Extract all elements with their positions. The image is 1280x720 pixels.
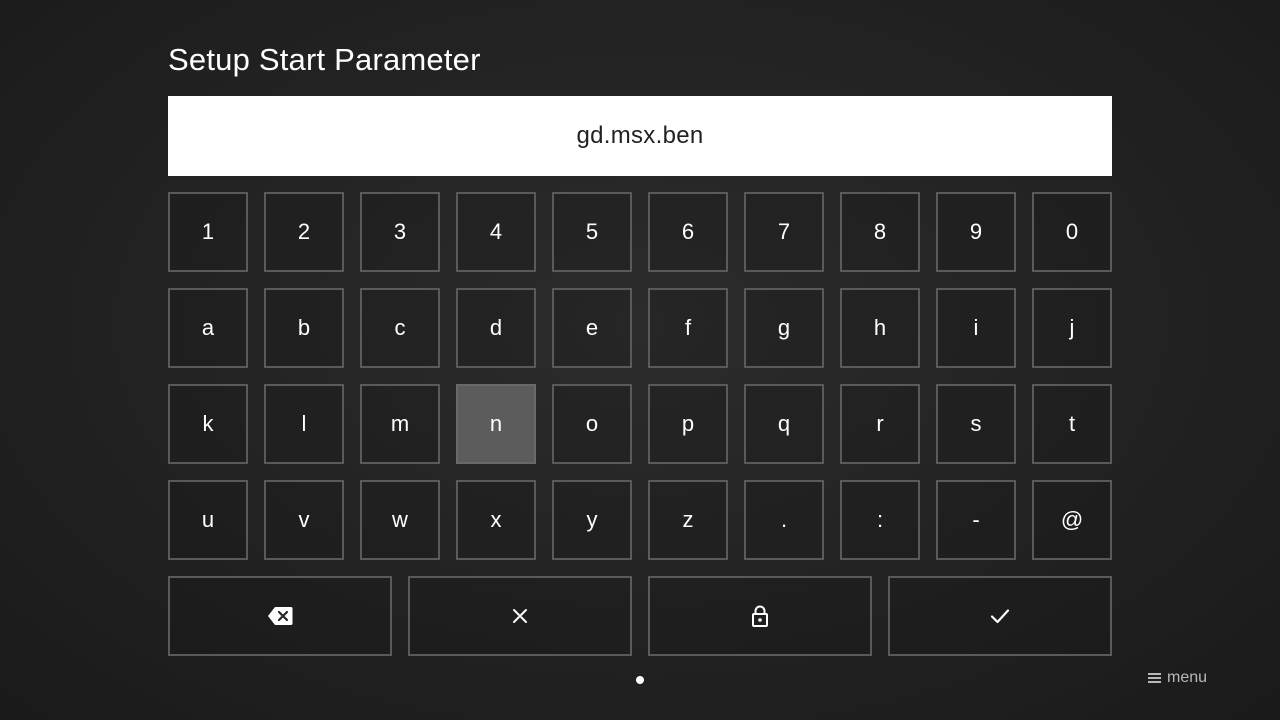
checkmark-icon: [990, 609, 1010, 624]
key-t[interactable]: t: [1032, 384, 1112, 464]
lock-icon: [752, 605, 768, 627]
input-value: gd.msx.ben: [576, 122, 704, 149]
key-4[interactable]: 4: [456, 192, 536, 272]
key-r[interactable]: r: [840, 384, 920, 464]
page-title: Setup Start Parameter: [168, 42, 481, 77]
key-k[interactable]: k: [168, 384, 248, 464]
key-h[interactable]: h: [840, 288, 920, 368]
menu-button[interactable]: menu: [1148, 669, 1207, 687]
text-input-field[interactable]: gd.msx.ben: [168, 96, 1112, 176]
key-v[interactable]: v: [264, 480, 344, 560]
key-5[interactable]: 5: [552, 192, 632, 272]
key-e[interactable]: e: [552, 288, 632, 368]
key-3[interactable]: 3: [360, 192, 440, 272]
key-2[interactable]: 2: [264, 192, 344, 272]
confirm-button[interactable]: [888, 576, 1112, 656]
key-7[interactable]: 7: [744, 192, 824, 272]
hamburger-icon: [1148, 673, 1161, 683]
key-d[interactable]: d: [456, 288, 536, 368]
close-icon: [513, 609, 527, 623]
key-o[interactable]: o: [552, 384, 632, 464]
key-z[interactable]: z: [648, 480, 728, 560]
key-colon[interactable]: :: [840, 480, 920, 560]
key-8[interactable]: 8: [840, 192, 920, 272]
key-q[interactable]: q: [744, 384, 824, 464]
menu-label: menu: [1167, 669, 1208, 686]
key-y[interactable]: y: [552, 480, 632, 560]
key-a[interactable]: a: [168, 288, 248, 368]
key-hyphen[interactable]: -: [936, 480, 1016, 560]
key-w[interactable]: w: [360, 480, 440, 560]
clear-button[interactable]: [408, 576, 632, 656]
key-9[interactable]: 9: [936, 192, 1016, 272]
key-6[interactable]: 6: [648, 192, 728, 272]
key-b[interactable]: b: [264, 288, 344, 368]
lock-button[interactable]: [648, 576, 872, 656]
key-u[interactable]: u: [168, 480, 248, 560]
key-g[interactable]: g: [744, 288, 824, 368]
key-c[interactable]: c: [360, 288, 440, 368]
key-m[interactable]: m: [360, 384, 440, 464]
backspace-icon: [268, 607, 293, 625]
page-indicator-dot: [636, 676, 644, 684]
key-i[interactable]: i: [936, 288, 1016, 368]
key-x[interactable]: x: [456, 480, 536, 560]
key-0[interactable]: 0: [1032, 192, 1112, 272]
backspace-button[interactable]: [168, 576, 392, 656]
key-s[interactable]: s: [936, 384, 1016, 464]
key-p[interactable]: p: [648, 384, 728, 464]
key-f[interactable]: f: [648, 288, 728, 368]
key-n-focused[interactable]: n: [456, 384, 536, 464]
key-j[interactable]: j: [1032, 288, 1112, 368]
key-period[interactable]: .: [744, 480, 824, 560]
key-1[interactable]: 1: [168, 192, 248, 272]
key-at[interactable]: @: [1032, 480, 1112, 560]
key-l[interactable]: l: [264, 384, 344, 464]
